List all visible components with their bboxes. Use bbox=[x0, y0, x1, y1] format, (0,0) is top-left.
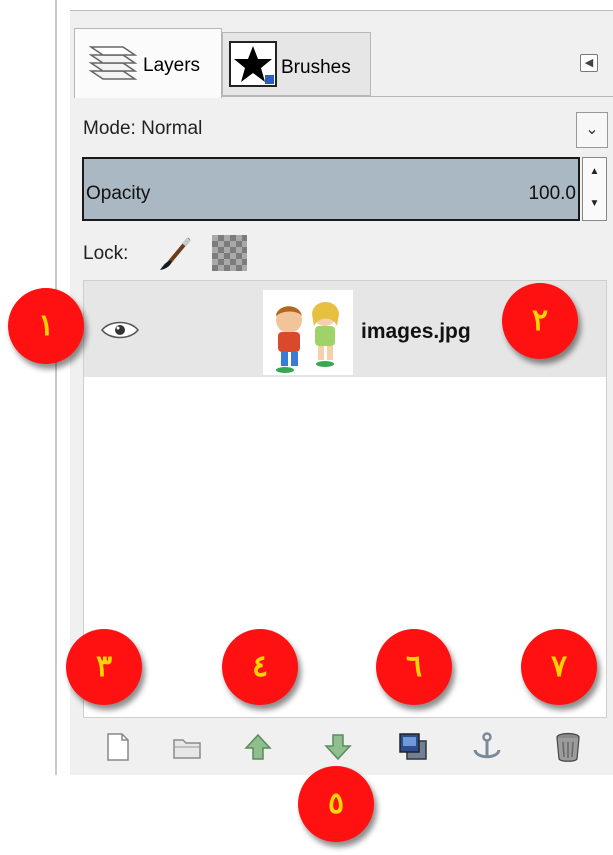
lock-pixels-brush-icon[interactable] bbox=[158, 234, 194, 272]
opacity-label: Opacity bbox=[86, 183, 151, 204]
lower-layer-icon[interactable] bbox=[321, 730, 355, 764]
star-brush-icon bbox=[229, 41, 277, 87]
mode-row: Mode: Normal bbox=[83, 118, 202, 140]
rail-divider bbox=[55, 0, 57, 775]
dock-menu-button[interactable]: ◀ bbox=[580, 54, 598, 72]
tab-layers[interactable]: Layers bbox=[74, 28, 222, 98]
callout-2: ٢ bbox=[502, 283, 578, 359]
eye-icon[interactable] bbox=[100, 318, 140, 342]
duplicate-layer-icon[interactable] bbox=[396, 730, 430, 764]
new-layer-group-icon[interactable] bbox=[170, 730, 204, 764]
mode-value[interactable]: Normal bbox=[141, 118, 202, 139]
tab-brushes-label: Brushes bbox=[281, 57, 351, 78]
lock-alpha-checker-icon[interactable] bbox=[212, 235, 247, 271]
layers-icon bbox=[88, 46, 138, 80]
new-layer-icon[interactable] bbox=[100, 730, 134, 764]
mode-label: Mode: bbox=[83, 118, 136, 139]
mode-dropdown[interactable]: ⌄ bbox=[576, 112, 608, 148]
chevron-down-icon: ⌄ bbox=[585, 121, 599, 138]
tab-baseline bbox=[222, 96, 613, 97]
layer-thumbnail bbox=[263, 290, 353, 375]
callout-5: ٥ bbox=[298, 766, 374, 842]
lock-label: Lock: bbox=[83, 243, 129, 264]
raise-layer-icon[interactable] bbox=[241, 730, 275, 764]
left-rail bbox=[0, 0, 70, 775]
dock-top-strip bbox=[70, 0, 613, 11]
spin-down-icon[interactable]: ▼ bbox=[582, 189, 607, 221]
callout-4: ٤ bbox=[222, 629, 298, 705]
delete-layer-icon[interactable] bbox=[551, 730, 585, 764]
children-thumbnail-icon bbox=[276, 302, 339, 373]
callout-3: ٣ bbox=[66, 629, 142, 705]
spin-up-icon[interactable]: ▲ bbox=[582, 157, 607, 189]
callout-1: ١ bbox=[8, 288, 84, 364]
callout-6: ٦ bbox=[376, 629, 452, 705]
layer-name[interactable]: images.jpg bbox=[361, 320, 471, 344]
callout-7: ٧ bbox=[521, 629, 597, 705]
tab-layers-label: Layers bbox=[143, 55, 201, 76]
anchor-layer-icon[interactable] bbox=[470, 730, 504, 764]
tab-brushes[interactable]: Brushes bbox=[222, 32, 371, 96]
opacity-value[interactable]: 100.0 bbox=[500, 183, 576, 205]
